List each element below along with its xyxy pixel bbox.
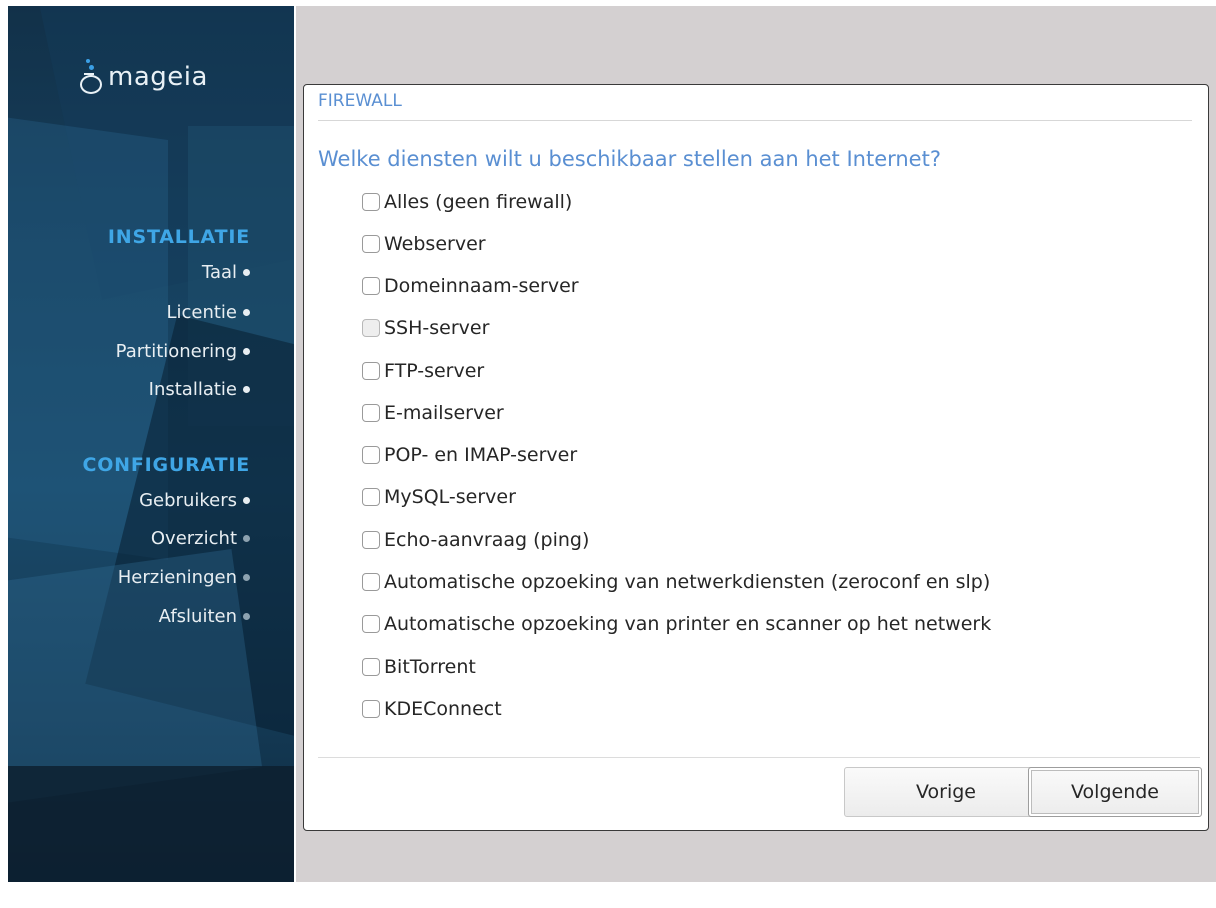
firewall-dialog: FIREWALL Welke diensten wilt u beschikba… [303, 84, 1209, 831]
option-label: Echo-aanvraag (ping) [384, 529, 590, 551]
option-label: POP- en IMAP-server [384, 444, 578, 466]
checkbox[interactable] [362, 615, 380, 633]
sidebar-step-label: Gebruikers [139, 490, 237, 511]
step-done-bullet-icon [243, 348, 250, 355]
sidebar-step-partitionering: Partitionering [116, 341, 250, 362]
step-done-bullet-icon [243, 497, 250, 504]
option-label: E-mailserver [384, 402, 504, 424]
previous-button[interactable]: Vorige [844, 767, 1048, 817]
sidebar-step-label: Taal [201, 262, 237, 283]
option-label: Webserver [384, 233, 486, 255]
mageia-cauldron-icon [78, 54, 104, 98]
option-label: Alles (geen firewall) [384, 191, 573, 213]
sidebar-step-label: Afsluiten [158, 606, 237, 627]
step-done-bullet-icon [243, 309, 250, 316]
checkbox[interactable] [362, 235, 380, 253]
sidebar-step-label: Licentie [166, 302, 237, 323]
sidebar-step-overzicht: Overzicht [151, 528, 250, 549]
sidebar-step-label: Herzieningen [117, 567, 237, 588]
step-done-bullet-icon [243, 386, 250, 393]
checkbox[interactable] [362, 319, 380, 337]
option-label: Domeinnaam-server [384, 275, 579, 297]
checkbox[interactable] [362, 488, 380, 506]
logo-text: mageia [108, 62, 208, 92]
option-zeroconf-slp[interactable]: Automatische opzoeking van netwerkdienst… [362, 568, 990, 596]
option-ftp-server[interactable]: FTP-server [362, 357, 484, 385]
mageia-logo: mageia [78, 48, 208, 98]
section-heading-configuratie: CONFIGURATIE [82, 454, 250, 476]
sidebar-decoration [8, 766, 294, 882]
checkbox[interactable] [362, 277, 380, 295]
sidebar-step-label: Partitionering [115, 341, 237, 362]
checkbox[interactable] [362, 446, 380, 464]
option-kdeconnect[interactable]: KDEConnect [362, 695, 502, 723]
title-divider [318, 120, 1192, 121]
checkbox[interactable] [362, 531, 380, 549]
option-label: MySQL-server [384, 486, 516, 508]
option-webserver[interactable]: Webserver [362, 230, 486, 258]
option-ssh-server[interactable]: SSH-server [362, 314, 489, 342]
checkbox[interactable] [362, 193, 380, 211]
option-domeinnaam-server[interactable]: Domeinnaam-server [362, 272, 579, 300]
option-label: BitTorrent [384, 656, 476, 678]
checkbox[interactable] [362, 658, 380, 676]
checkbox[interactable] [362, 362, 380, 380]
sidebar-step-taal: Taal [202, 262, 250, 283]
option-label: SSH-server [384, 317, 490, 339]
option-echo-aanvraag[interactable]: Echo-aanvraag (ping) [362, 526, 589, 554]
checkbox[interactable] [362, 573, 380, 591]
step-done-bullet-icon [243, 269, 250, 276]
checkbox[interactable] [362, 404, 380, 422]
option-label: FTP-server [384, 360, 485, 382]
sidebar-step-label: Overzicht [150, 528, 237, 549]
option-printer-scanner[interactable]: Automatische opzoeking van printer en sc… [362, 610, 991, 638]
option-label: Automatische opzoeking van netwerkdienst… [384, 571, 991, 593]
section-heading-installatie: INSTALLATIE [107, 226, 250, 248]
sidebar-step-herzieningen: Herzieningen [118, 567, 250, 588]
step-pending-bullet-icon [243, 613, 250, 620]
dialog-title: FIREWALL [318, 91, 402, 111]
option-mysql-server[interactable]: MySQL-server [362, 483, 516, 511]
checkbox[interactable] [362, 700, 380, 718]
option-e-mailserver[interactable]: E-mailserver [362, 399, 504, 427]
option-alles[interactable]: Alles (geen firewall) [362, 188, 572, 216]
top-banner [296, 6, 1216, 84]
step-pending-bullet-icon [243, 535, 250, 542]
bottom-banner [296, 834, 1216, 882]
button-divider [318, 757, 1200, 758]
dialog-question: Welke diensten wilt u beschikbaar stelle… [318, 147, 941, 171]
option-bittorrent[interactable]: BitTorrent [362, 653, 476, 681]
option-label: KDEConnect [384, 698, 502, 720]
sidebar-step-afsluiten: Afsluiten [159, 606, 250, 627]
step-pending-bullet-icon [243, 574, 250, 581]
sidebar-step-label: Installatie [148, 379, 237, 400]
sidebar-step-installatie: Installatie [149, 379, 250, 400]
sidebar-step-gebruikers: Gebruikers [139, 490, 250, 511]
option-pop-imap-server[interactable]: POP- en IMAP-server [362, 441, 577, 469]
next-button[interactable]: Volgende [1028, 767, 1202, 817]
sidebar-step-licentie: Licentie [166, 302, 250, 323]
sidebar: mageia INSTALLATIE Taal Licentie Partiti… [8, 6, 294, 882]
option-label: Automatische opzoeking van printer en sc… [384, 613, 992, 635]
